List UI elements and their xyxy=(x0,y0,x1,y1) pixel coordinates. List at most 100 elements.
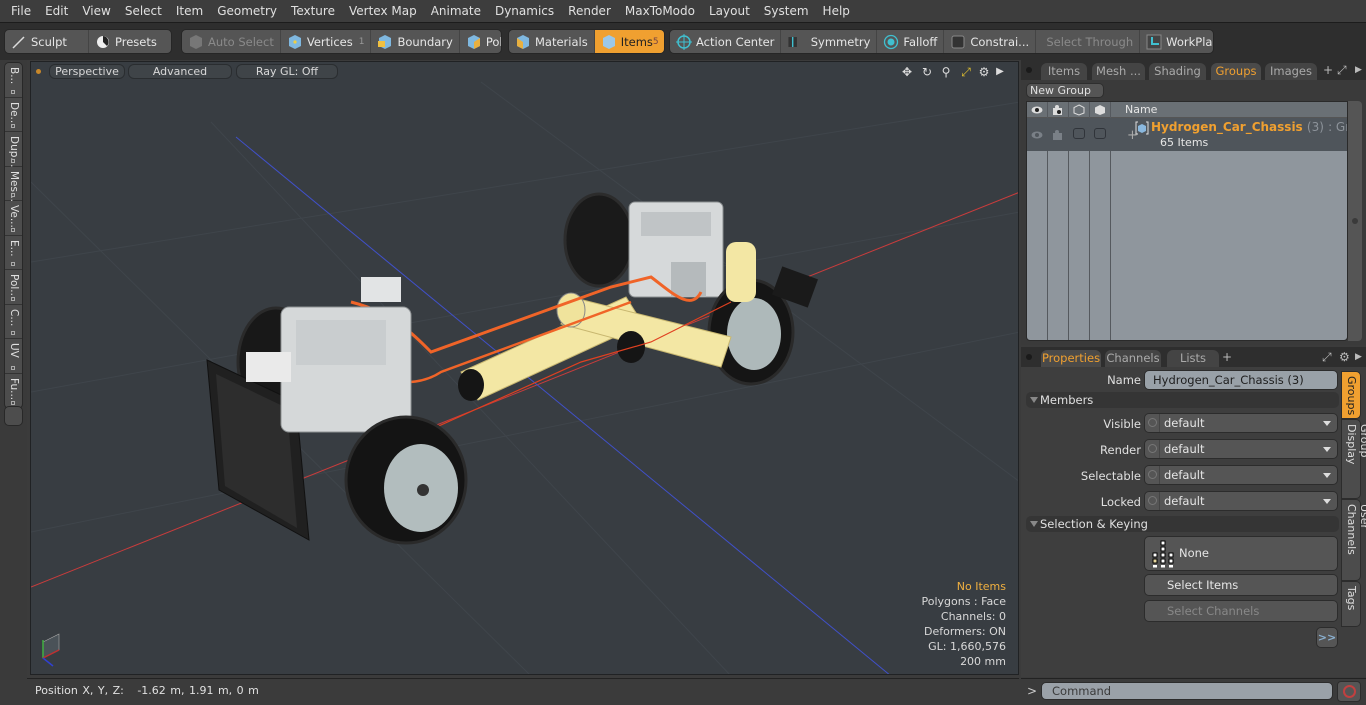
pan-icon[interactable]: ✥ xyxy=(900,65,914,79)
menu-render[interactable]: Render xyxy=(561,0,618,22)
visible-dropdown[interactable]: default xyxy=(1144,413,1338,433)
selectable-dropdown[interactable]: default xyxy=(1144,465,1338,485)
name-input[interactable]: Hydrogen_Car_Chassis (3) xyxy=(1144,370,1338,390)
items-button[interactable]: Items 5 xyxy=(594,30,664,53)
materials-button[interactable]: Materials xyxy=(509,30,595,53)
select-items-button[interactable]: Select Items xyxy=(1144,574,1338,596)
menu-maxtomodo[interactable]: MaxToModo xyxy=(618,0,702,22)
select-through-button[interactable]: Select Through xyxy=(1036,30,1141,53)
auto-select-button[interactable]: Auto Select xyxy=(182,30,281,53)
shading-mode-button[interactable]: Advanced xyxy=(128,64,232,79)
view-mode-button[interactable]: Perspective xyxy=(49,64,125,79)
none-button[interactable]: None xyxy=(1144,536,1338,571)
left-tab-label: Dup... xyxy=(8,136,20,168)
group-list-scrollbar[interactable] xyxy=(1348,101,1362,341)
constraints-button[interactable]: Constrai... xyxy=(944,30,1037,53)
left-tab-mesh-edit[interactable]: Mes... xyxy=(5,167,22,202)
locked-cube-icon[interactable] xyxy=(1094,104,1106,116)
add-tab-icon[interactable]: + xyxy=(1323,63,1333,77)
tab-items[interactable]: Items xyxy=(1041,63,1087,80)
render-dropdown[interactable]: default xyxy=(1144,439,1338,459)
menu-vertex-map[interactable]: Vertex Map xyxy=(342,0,424,22)
boundary-button[interactable]: Boundary xyxy=(371,30,460,53)
selection-keying-section[interactable]: Selection & Keying xyxy=(1026,516,1339,532)
panel-arrow-icon[interactable]: ▶ xyxy=(1355,65,1362,75)
sculpt-button[interactable]: Sculpt xyxy=(5,30,89,53)
properties-menu-dot[interactable] xyxy=(1026,354,1032,360)
menu-texture[interactable]: Texture xyxy=(284,0,342,22)
rotate-icon[interactable]: ↻ xyxy=(920,65,934,79)
row-selectable-checkbox[interactable] xyxy=(1073,128,1085,139)
toolbar: Sculpt Presets Auto Select Vertices 1 Bo… xyxy=(0,22,1366,60)
locked-dropdown[interactable]: default xyxy=(1144,491,1338,511)
side-tab-tags[interactable]: Tags xyxy=(1341,581,1361,627)
menu-view[interactable]: View xyxy=(75,0,117,22)
left-tab-polygon[interactable]: Pol... xyxy=(5,270,22,305)
falloff-button[interactable]: Falloff xyxy=(877,30,945,53)
left-tab-basic[interactable]: B... xyxy=(5,63,22,98)
left-tab-edge[interactable]: E... xyxy=(5,236,22,270)
tab-properties[interactable]: Properties xyxy=(1041,350,1101,367)
left-tab-curve[interactable]: C... xyxy=(5,305,22,339)
more-button[interactable]: >> xyxy=(1316,627,1338,648)
left-tab-duplicate[interactable]: Dup... xyxy=(5,132,22,167)
row-render-icon[interactable] xyxy=(1052,129,1064,141)
menu-item[interactable]: Item xyxy=(169,0,210,22)
select-channels-button[interactable]: Select Channels xyxy=(1144,600,1338,622)
panel-menu-dot[interactable] xyxy=(1026,67,1032,73)
menu-animate[interactable]: Animate xyxy=(424,0,488,22)
new-group-button[interactable]: New Group xyxy=(1026,83,1104,98)
menu-geometry[interactable]: Geometry xyxy=(210,0,284,22)
vertices-button[interactable]: Vertices 1 xyxy=(281,30,372,53)
action-center-button[interactable]: Action Center xyxy=(670,30,782,53)
maximize-icon[interactable]: ⤢ xyxy=(1337,63,1347,78)
properties-gear-icon[interactable]: ⚙ xyxy=(1339,350,1350,364)
tab-channels[interactable]: Channels xyxy=(1105,350,1161,367)
symmetry-icon xyxy=(788,36,798,47)
left-tab-vertex[interactable]: Ve... xyxy=(5,201,22,236)
side-tab-groups[interactable]: Groups xyxy=(1341,371,1361,419)
polygons-button[interactable]: Polygons xyxy=(460,30,501,53)
3d-viewport[interactable]: Perspective Advanced Ray GL: Off ✥ ↻ ⚲ ⤢… xyxy=(30,61,1019,675)
left-extra-tab[interactable] xyxy=(4,406,23,426)
presets-button[interactable]: Presets xyxy=(89,30,163,53)
raygl-button[interactable]: Ray GL: Off xyxy=(236,64,338,79)
menu-file[interactable]: File xyxy=(4,0,38,22)
tab-groups[interactable]: Groups xyxy=(1211,63,1261,80)
tab-shading[interactable]: Shading xyxy=(1149,63,1206,80)
render-label: Render xyxy=(1100,443,1141,457)
left-tab-deform[interactable]: De... xyxy=(5,98,22,132)
symmetry-button[interactable]: Symmetry xyxy=(781,30,878,53)
tab-mesh[interactable]: Mesh ... xyxy=(1092,63,1145,80)
command-input[interactable]: Command xyxy=(1041,682,1333,700)
left-tab-uv[interactable]: UV xyxy=(5,339,22,374)
tab-images[interactable]: Images xyxy=(1265,63,1317,80)
properties-maximize-icon[interactable]: ⤢ xyxy=(1322,350,1332,365)
workplane-button[interactable]: WorkPlane xyxy=(1140,30,1213,53)
fit-icon[interactable]: ⤢ xyxy=(959,65,973,79)
menu-edit[interactable]: Edit xyxy=(38,0,75,22)
members-section[interactable]: Members xyxy=(1026,392,1339,408)
properties-arrow-icon[interactable]: ▶ xyxy=(1355,352,1362,362)
row-locked-checkbox[interactable] xyxy=(1094,128,1106,139)
side-tab-group-display[interactable]: Group Display xyxy=(1341,419,1366,499)
menu-dynamics[interactable]: Dynamics xyxy=(488,0,561,22)
visibility-eye-icon[interactable] xyxy=(1031,104,1043,116)
menu-help[interactable]: Help xyxy=(816,0,857,22)
menu-layout[interactable]: Layout xyxy=(702,0,757,22)
row-visibility-icon[interactable] xyxy=(1031,129,1043,141)
menu-select[interactable]: Select xyxy=(118,0,169,22)
left-tab-fusion[interactable]: Fu... xyxy=(5,374,22,409)
group-row[interactable]: + Hydrogen_Car_Chassis (3) : Group 65 It… xyxy=(1027,118,1347,151)
viewport-menu-dot[interactable] xyxy=(36,69,41,74)
viewport-gear-icon[interactable]: ⚙ xyxy=(977,65,991,79)
side-tab-user-channels[interactable]: User Channels xyxy=(1341,499,1366,581)
zoom-icon[interactable]: ⚲ xyxy=(939,65,953,79)
add-properties-tab-icon[interactable]: + xyxy=(1222,350,1232,364)
render-camera-icon[interactable] xyxy=(1052,104,1064,116)
record-macro-button[interactable] xyxy=(1337,681,1361,702)
tab-lists[interactable]: Lists xyxy=(1167,350,1219,367)
viewport-expand-icon[interactable]: ▶ xyxy=(993,65,1007,79)
selectable-cube-icon[interactable] xyxy=(1073,104,1085,116)
menu-system[interactable]: System xyxy=(757,0,816,22)
